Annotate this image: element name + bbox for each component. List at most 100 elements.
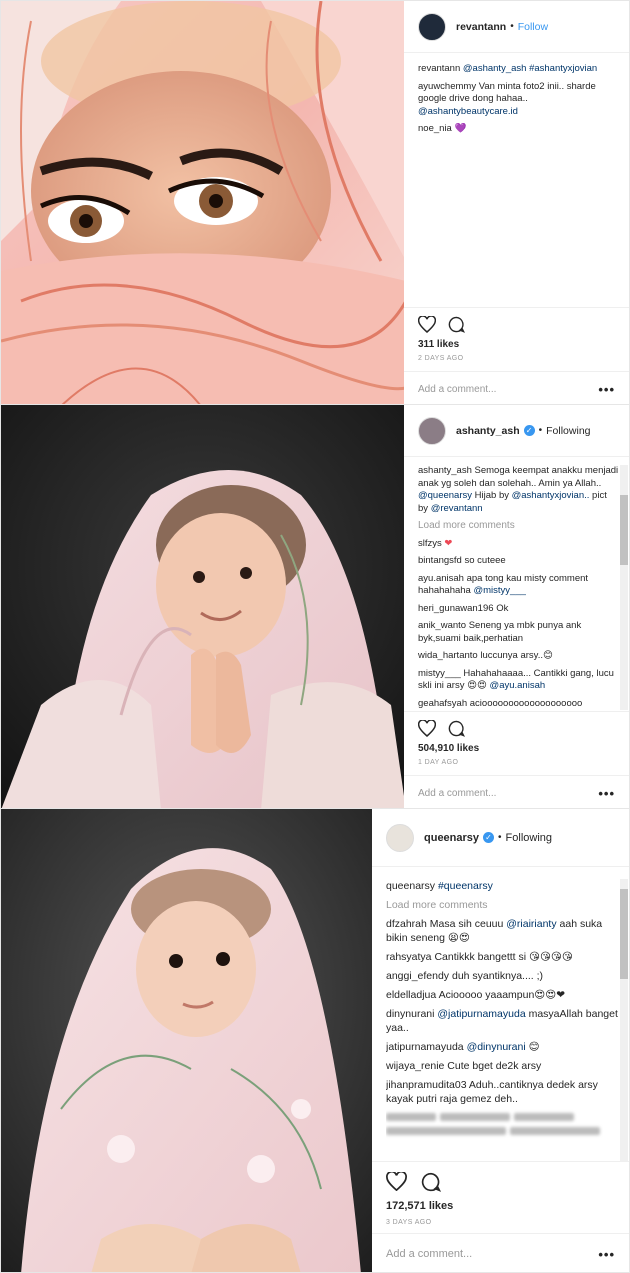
post-3-add-comment: Add a comment... ••• <box>372 1233 629 1272</box>
avatar[interactable] <box>386 823 414 852</box>
comment-user[interactable]: eldelladjua <box>386 989 436 1001</box>
comment-user[interactable]: slfzys <box>418 538 442 549</box>
comment-item: revantann @ashanty_ash #ashantyxjovian <box>418 63 619 76</box>
post-1: revantann • Follow revantann @ashanty_as… <box>0 0 630 405</box>
post-3-comments: queenarsy #queenarsy Load more comments … <box>386 879 619 1161</box>
username[interactable]: revantann <box>456 21 506 33</box>
add-comment-input[interactable]: Add a comment... <box>418 384 496 395</box>
heart-outline-icon[interactable] <box>418 720 436 737</box>
comment-bubble-icon[interactable] <box>421 1172 441 1192</box>
add-comment-input[interactable]: Add a comment... <box>418 788 496 799</box>
load-more-comments[interactable]: Load more comments <box>386 898 619 912</box>
caption-mention[interactable]: @revantann <box>431 503 483 514</box>
following-button[interactable]: Following <box>546 425 590 437</box>
comment-user[interactable]: mistyy___ <box>418 668 461 679</box>
separator-dot: • <box>510 21 514 32</box>
comment-text: Cantikkk bangettt si 😘😘😘😘 <box>434 951 573 963</box>
username[interactable]: queenarsy <box>424 832 479 844</box>
comment-user[interactable]: geahafsyah <box>418 698 467 709</box>
username[interactable]: ashanty_ash <box>456 425 520 437</box>
caption-text: Hijab by <box>474 490 509 501</box>
comment-mention[interactable]: @dinynurani <box>467 1041 526 1053</box>
comment-mention[interactable]: @ashantybeautycare.id <box>418 106 518 117</box>
post-1-photo <box>1 1 406 404</box>
post-date: 3 DAYS AGO <box>386 1219 432 1226</box>
comment-mention[interactable]: @ayu.anisah <box>490 680 546 691</box>
comment-bubble-icon[interactable] <box>448 316 465 333</box>
following-button[interactable]: Following <box>506 832 552 844</box>
comment-mention[interactable]: @jatipurnamayuda <box>437 1008 525 1020</box>
like-count[interactable]: 311 likes <box>418 339 615 350</box>
comment-mention[interactable]: @riairianty <box>506 918 556 930</box>
comment-bubble-icon[interactable] <box>448 720 465 737</box>
more-options-icon[interactable]: ••• <box>598 1247 615 1262</box>
comment-user[interactable]: wida_hartanto <box>418 650 478 661</box>
post-date: 2 DAYS AGO <box>418 355 464 362</box>
load-more-comments[interactable]: Load more comments <box>418 520 619 533</box>
comment-user[interactable]: jihanpramudita03 <box>386 1079 467 1091</box>
comment-user[interactable]: wijaya_renie <box>386 1060 444 1072</box>
separator-dot: • <box>538 425 543 436</box>
comment-text: Aciooooo yaaampun😍😍❤ <box>438 989 565 1001</box>
caption-mention[interactable]: @ashantyxjovian.. <box>512 490 590 501</box>
comment-user[interactable]: dfzahrah <box>386 918 427 930</box>
heart-outline-icon[interactable] <box>386 1172 407 1191</box>
like-count[interactable]: 172,571 likes <box>386 1200 615 1212</box>
post-2-header: ashanty_ash ✓ • Following <box>404 405 629 457</box>
caption: ashanty_ash Semoga keempat anakku menjad… <box>418 465 619 515</box>
caption-mention[interactable]: @queenarsy <box>418 490 472 501</box>
comment-item: heri_gunawan196 Ok <box>418 603 619 616</box>
comments-scrollbar-thumb[interactable] <box>620 495 628 565</box>
blurred-comment <box>386 1111 619 1139</box>
post-1-header: revantann • Follow <box>404 1 629 53</box>
caption-user[interactable]: queenarsy <box>386 880 435 892</box>
post-2-add-comment: Add a comment... ••• <box>404 775 629 808</box>
follow-button[interactable]: Follow <box>518 21 548 33</box>
avatar[interactable] <box>418 12 446 41</box>
comment-user[interactable]: rahsyatya <box>386 951 432 963</box>
comment-text: Ok <box>496 602 509 614</box>
comment-item: noe_nia 💜 <box>418 123 619 136</box>
more-options-icon[interactable]: ••• <box>598 786 615 801</box>
caption-tag[interactable]: #queenarsy <box>438 880 493 892</box>
post-3-actions: 172,571 likes 3 DAYS AGO <box>372 1161 629 1239</box>
post-1-panel: revantann • Follow revantann @ashanty_as… <box>404 1 629 404</box>
comment-text: aciooooooooooooooooooo <box>469 697 583 709</box>
comment-user[interactable]: ayuwchemmy <box>418 81 476 92</box>
heart-outline-icon[interactable] <box>418 316 436 333</box>
caption-user[interactable]: ashanty_ash <box>418 465 472 476</box>
post-2-comments: ashanty_ash Semoga keempat anakku menjad… <box>418 465 619 710</box>
comment-user[interactable]: noe_nia <box>418 123 452 134</box>
comment-text: so cuteee <box>464 555 506 566</box>
comment-user[interactable]: dinynurani <box>386 1008 434 1020</box>
comment-item: slfzys ❤ <box>418 538 619 551</box>
avatar[interactable] <box>418 416 446 445</box>
comment-item: bintangsfd so cuteee <box>418 555 619 568</box>
comment-item: ayuwchemmy Van minta foto2 inii.. sharde… <box>418 81 619 119</box>
comment-item: ayu.anisah apa tong kau misty comment ha… <box>418 573 619 598</box>
comment-text: Masa sih ceuuu <box>429 918 504 930</box>
add-comment-input[interactable]: Add a comment... <box>386 1248 472 1260</box>
comment-user[interactable]: bintangsfd <box>418 555 462 566</box>
comment-item: rahsyatya Cantikkk bangettt si 😘😘😘😘 <box>386 950 619 964</box>
comment-text: 💜 <box>454 123 467 134</box>
post-3: queenarsy ✓ • Following queenarsy #queen… <box>0 808 630 1273</box>
post-2: ashanty_ash ✓ • Following ashanty_ash Se… <box>0 404 630 809</box>
more-options-icon[interactable]: ••• <box>598 382 615 397</box>
comment-text: luccunya arsy..😊 <box>480 650 553 661</box>
comment-user[interactable]: anggi_efendy <box>386 970 449 982</box>
comment-mention[interactable]: @mistyy___ <box>473 585 525 596</box>
post-3-photo <box>1 809 374 1272</box>
comment-user[interactable]: revantann <box>418 63 460 74</box>
comment-item: anggi_efendy duh syantiknya.... ;) <box>386 969 619 983</box>
comment-user[interactable]: ayu.anisah <box>418 573 464 584</box>
like-count[interactable]: 504,910 likes <box>418 743 615 754</box>
comment-mention[interactable]: @ashanty_ash #ashantyxjovian <box>463 63 597 74</box>
comment-user[interactable]: anik_wanto <box>418 620 466 631</box>
post-3-header: queenarsy ✓ • Following <box>372 809 629 867</box>
comment-user[interactable]: heri_gunawan196 <box>418 603 494 614</box>
comment-item: geahafsyah aciooooooooooooooooooo <box>418 698 619 711</box>
comment-user[interactable]: jatipurnamayuda <box>386 1041 464 1053</box>
comments-scrollbar-thumb[interactable] <box>620 889 628 979</box>
comment-item: dfzahrah Masa sih ceuuu @riairianty aah … <box>386 917 619 945</box>
